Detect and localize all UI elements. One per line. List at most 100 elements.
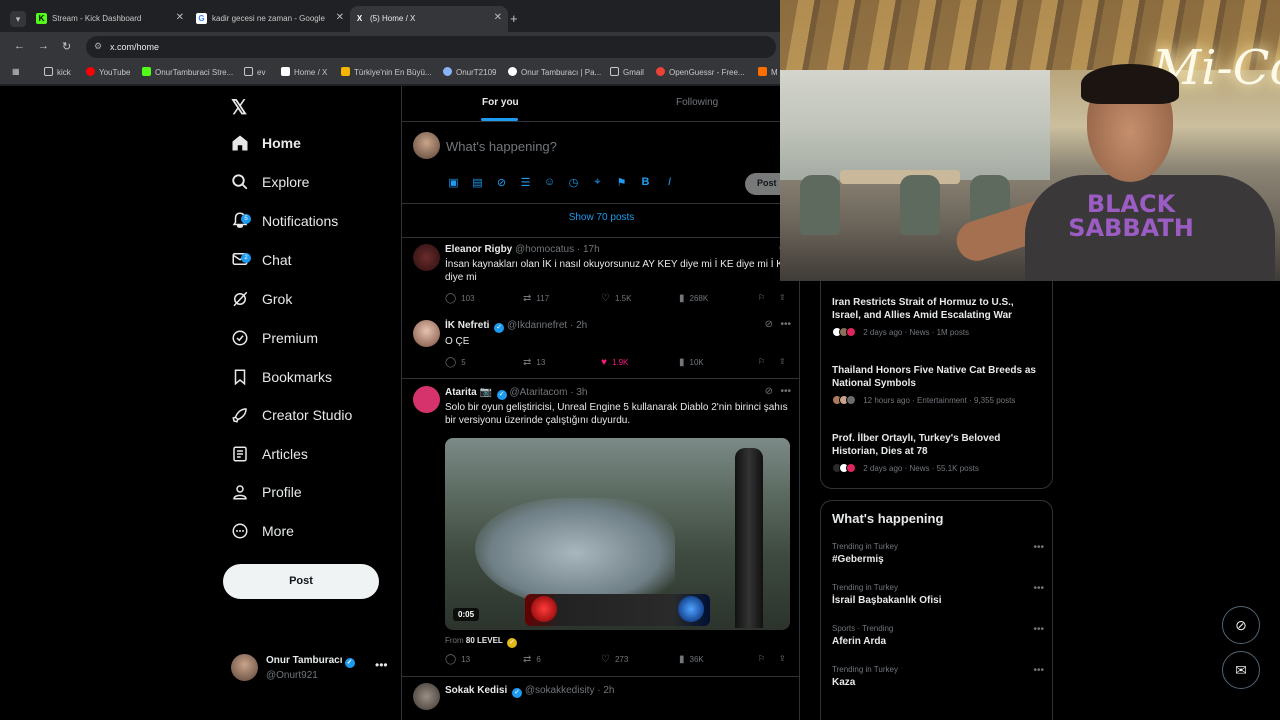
nav-creator-studio[interactable]: Creator Studio — [231, 400, 352, 430]
browser-tab-x[interactable]: X (5) Home / X ✕ — [350, 6, 508, 32]
more-icon[interactable]: ••• — [1033, 624, 1044, 635]
bookmark-home-x[interactable]: Home / X — [281, 67, 327, 77]
messages-float-button[interactable]: ✉ — [1222, 651, 1260, 689]
bookmark-onurt2109[interactable]: OnurT2109 — [443, 67, 496, 77]
nav-explore[interactable]: Explore — [231, 167, 309, 197]
bookmark-icon[interactable]: ⚐ — [758, 654, 765, 663]
bookmark-openguessr[interactable]: OpenGuessr - Free... — [656, 67, 745, 77]
video-source[interactable]: From 80 LEVEL ✓ — [445, 636, 518, 648]
post-button[interactable]: Post — [223, 564, 379, 599]
tweet-handle[interactable]: @Ataritacom — [509, 387, 567, 398]
tweet-handle[interactable]: @homocatus — [515, 244, 574, 255]
like-button[interactable]: ♡ 273 — [601, 654, 628, 665]
reply-button[interactable]: ◯ 5 — [445, 357, 466, 368]
trend-item[interactable]: Trending in Turkey #Gebermiş ••• — [832, 542, 1044, 565]
share-icon[interactable]: ⇪ — [779, 357, 786, 366]
close-icon[interactable]: ✕ — [494, 12, 502, 23]
news-item[interactable]: Thailand Honors Five Native Cat Breeds a… — [832, 364, 1044, 405]
grok-float-button[interactable]: ⊘ — [1222, 606, 1260, 644]
bookmark-onur-stream[interactable]: OnurTamburaci Stre... — [142, 67, 233, 77]
poll-icon[interactable]: ☰ — [519, 176, 532, 189]
tweet-author[interactable]: Sokak Kedisi — [445, 685, 507, 696]
tweet-handle[interactable]: @sokakkedisity — [525, 685, 595, 696]
nav-bookmarks[interactable]: Bookmarks — [231, 362, 332, 392]
tweet-handle[interactable]: @Ikdannefret — [507, 320, 567, 331]
bookmark-gmail[interactable]: Gmail — [610, 67, 644, 77]
more-icon[interactable]: ••• — [1033, 542, 1044, 553]
views-button[interactable]: ▮ 36K — [679, 654, 704, 665]
bookmark-youtube[interactable]: YouTube — [86, 67, 130, 77]
bookmark-patreon[interactable]: Onur Tamburacı | Pa... — [508, 67, 601, 77]
more-icon[interactable]: ••• — [1033, 665, 1044, 676]
browser-tab-google[interactable]: G kadir gecesi ne zaman - Google ✕ — [192, 6, 350, 32]
location-icon[interactable]: ⌖ — [591, 176, 604, 189]
schedule-icon[interactable]: ◷ — [567, 176, 580, 189]
share-icon[interactable]: ⇪ — [779, 654, 786, 663]
close-icon[interactable]: ✕ — [176, 12, 184, 23]
nav-more[interactable]: More — [231, 516, 294, 546]
nav-profile[interactable]: Profile — [231, 477, 302, 507]
bookmark-icon[interactable]: ⚐ — [758, 357, 765, 366]
browser-tab-kick[interactable]: K Stream - Kick Dashboard ✕ — [32, 6, 190, 32]
nav-chat[interactable]: 2 Chat — [231, 245, 292, 275]
account-switcher[interactable]: Onur Tamburacı ✓ @Onurt921 ••• — [231, 652, 391, 684]
bookmark-turkiye[interactable]: Türkiye'nin En Büyü... — [341, 67, 432, 77]
trend-item[interactable]: Trending in Turkey İsrail Başbakanlık Of… — [832, 583, 1044, 606]
italic-icon[interactable]: I — [663, 176, 676, 189]
grok-icon[interactable]: ⊘ — [495, 176, 508, 189]
tab-following[interactable]: Following — [676, 97, 718, 108]
news-item[interactable]: Iran Restricts Strait of Hormuz to U.S.,… — [832, 296, 1044, 337]
grok-icon[interactable]: ⊘ — [765, 319, 773, 330]
forward-icon[interactable]: → — [38, 40, 49, 52]
more-icon[interactable]: ••• — [375, 658, 388, 672]
image-icon[interactable]: ▣ — [447, 176, 460, 189]
trend-item[interactable]: Trending in Turkey Kaza ••• — [832, 665, 1044, 688]
reply-button[interactable]: ◯ 13 — [445, 654, 470, 665]
like-button[interactable]: ♡ 1.5K — [601, 293, 631, 304]
bookmark-ev[interactable]: ev — [244, 67, 265, 77]
views-button[interactable]: ▮ 10K — [679, 357, 704, 368]
tweet-time[interactable]: 2h — [603, 685, 614, 696]
nav-grok[interactable]: Grok — [231, 284, 292, 314]
new-tab-button[interactable]: + — [510, 11, 518, 26]
like-button[interactable]: ♥ 1.9K — [601, 357, 628, 368]
trend-item[interactable]: Sports · Trending Aferin Arda ••• — [832, 624, 1044, 647]
tweet-author[interactable]: İK Nefreti — [445, 320, 489, 331]
tab-search-button[interactable]: ▾ — [10, 11, 26, 27]
more-icon[interactable]: ••• — [1033, 583, 1044, 594]
compose-input[interactable]: What's happening? — [446, 139, 557, 154]
tweet-time[interactable]: 2h — [576, 320, 587, 331]
nav-articles[interactable]: Articles — [231, 439, 308, 469]
apps-icon[interactable]: ▦ — [12, 67, 20, 76]
news-item[interactable]: Prof. İlber Ortaylı, Turkey's Beloved Hi… — [832, 432, 1044, 473]
grok-icon[interactable]: ⊘ — [765, 386, 773, 397]
close-icon[interactable]: ✕ — [336, 12, 344, 23]
nav-notifications[interactable]: 5 Notifications — [231, 206, 338, 236]
site-info-icon[interactable]: ⚙ — [94, 41, 102, 52]
x-logo-icon[interactable]: 𝕏 — [231, 95, 247, 120]
tab-for-you[interactable]: For you — [482, 97, 519, 108]
emoji-icon[interactable]: ☺ — [543, 176, 556, 189]
address-bar[interactable]: ⚙ x.com/home — [86, 36, 776, 58]
reload-icon[interactable]: ↻ — [62, 40, 71, 53]
bookmark-kick[interactable]: kick — [44, 67, 71, 77]
back-icon[interactable]: ← — [14, 40, 25, 52]
tweet[interactable]: Sokak Kedisi ✓ @sokakkedisity · 2h — [402, 677, 799, 720]
tweet[interactable]: Eleanor Rigby @homocatus · 17h ⊘ İnsan k… — [402, 238, 799, 314]
gif-icon[interactable]: ▤ — [471, 176, 484, 189]
views-button[interactable]: ▮ 268K — [679, 293, 708, 304]
tweet-author[interactable]: Atarita 📷 — [445, 387, 492, 398]
bookmark-m[interactable]: M — [758, 67, 778, 77]
tweet-video[interactable]: 0:05 — [445, 438, 790, 630]
reply-button[interactable]: ◯ 103 — [445, 293, 475, 304]
show-new-posts-button[interactable]: Show 70 posts — [402, 204, 799, 238]
repost-button[interactable]: ⇄ 117 — [523, 293, 549, 304]
tweet[interactable]: İK Nefreti ✓ @Ikdannefret · 2h ⊘ ••• O Ç… — [402, 314, 799, 379]
more-icon[interactable]: ••• — [780, 386, 791, 397]
nav-home[interactable]: Home — [231, 128, 301, 158]
tweet-time[interactable]: 17h — [583, 244, 600, 255]
flag-icon[interactable]: ⚑ — [615, 176, 628, 189]
repost-button[interactable]: ⇄ 13 — [523, 357, 545, 368]
bold-icon[interactable]: B — [639, 176, 652, 189]
bookmark-icon[interactable]: ⚐ — [758, 293, 765, 302]
